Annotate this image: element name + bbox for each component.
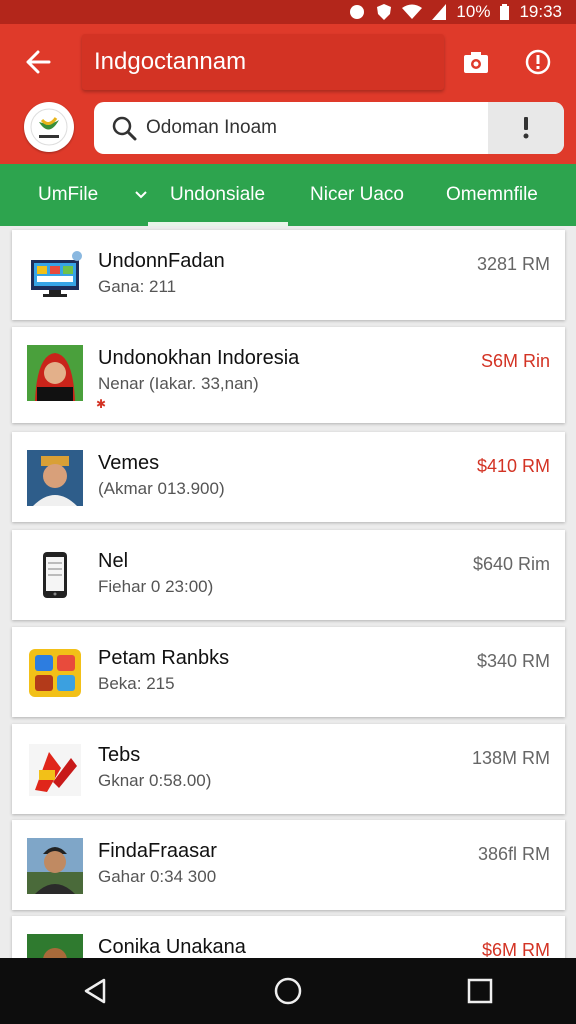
list-item[interactable]: FindaFraasar Gahar 0:34 300 386fl RM	[12, 820, 565, 910]
tab-bar: UmFile Undonsiale Nicer Uaco Omemnfile	[0, 164, 576, 226]
tab-indicator	[148, 222, 288, 226]
signal-icon	[432, 4, 447, 20]
tab-umfile[interactable]: UmFile	[38, 164, 98, 226]
tab-label: Omemnfile	[446, 184, 538, 205]
list-item[interactable]: Vemes (Akmar 013.900) $410 RM	[12, 432, 565, 522]
search-icon	[102, 115, 146, 141]
flag-icon: ✱	[96, 397, 107, 411]
overflow-menu-button[interactable]	[488, 102, 564, 154]
clock: 19:33	[519, 2, 562, 21]
item-subtitle: Nenar (Iakar. 33,nan)	[98, 374, 259, 393]
system-nav-bar	[0, 958, 576, 1024]
item-subtitle: Gana: 211	[98, 277, 177, 296]
item-title: Tebs	[98, 744, 141, 766]
item-price: 138M RM	[471, 748, 550, 768]
more-vertical-icon	[523, 117, 529, 139]
tab-nicer-uaco[interactable]: Nicer Uaco	[310, 164, 404, 226]
item-subtitle: Fiehar 0 23:00)	[98, 577, 214, 596]
alert-icon	[525, 49, 551, 75]
item-subtitle: Gknar 0:58.00)	[98, 771, 212, 790]
notification-icon	[348, 4, 366, 20]
info-button[interactable]	[518, 42, 558, 82]
item-subtitle: Gahar 0:34 300	[98, 867, 217, 886]
list-item[interactable]: Nel Fiehar 0 23:00) $640 Rim	[12, 530, 565, 620]
wifi-icon	[402, 4, 423, 20]
item-price: 3281 RM	[476, 254, 550, 274]
battery-icon	[500, 4, 510, 20]
nav-back-button[interactable]	[66, 961, 126, 1021]
item-title: Conika Unakana	[98, 936, 246, 958]
leaf-logo-icon	[30, 108, 68, 146]
item-price: S6M Rin	[480, 351, 550, 371]
circle-home-icon	[274, 977, 302, 1005]
item-title: FindaFraasar	[98, 840, 217, 862]
item-subtitle: (Akmar 013.900)	[98, 479, 225, 498]
item-title: Petam Ranbks	[98, 647, 230, 669]
item-title: Nel	[98, 550, 129, 572]
triangle-back-icon	[84, 978, 106, 1004]
apps-grid-icon	[27, 645, 83, 701]
arrow-left-icon	[26, 50, 51, 74]
item-price: $410 RM	[476, 456, 550, 476]
camera-icon	[464, 52, 488, 73]
avatar-man-icon	[27, 838, 83, 894]
item-price: $640 Rim	[472, 554, 550, 574]
item-title: Vemes	[98, 452, 160, 474]
square-recents-icon	[467, 978, 493, 1004]
phone-icon	[27, 548, 83, 604]
tab-omemnfile[interactable]: Omemnfile	[446, 164, 538, 226]
nav-recents-button[interactable]	[450, 961, 510, 1021]
tab-label: UmFile	[38, 184, 99, 205]
chevron-down-icon	[135, 191, 147, 199]
app-bar: Indgoctannam	[0, 24, 576, 164]
list-item[interactable]: Tebs Gknar 0:58.00) 138M RM	[12, 724, 565, 814]
tab-label: Undonsiale	[170, 184, 266, 205]
avatar-red-hood-icon	[27, 345, 83, 401]
nav-home-button[interactable]	[258, 961, 318, 1021]
monitor-icon	[27, 248, 83, 304]
page-title[interactable]: Indgoctannam	[82, 34, 444, 90]
item-subtitle: Beka: 215	[98, 674, 175, 693]
tab-label: Nicer Uaco	[310, 184, 404, 205]
status-bar: 10% 19:33	[0, 0, 576, 24]
app-logo	[24, 102, 74, 152]
back-button[interactable]	[18, 42, 58, 82]
item-price: 386fl RM	[477, 844, 550, 864]
list-item[interactable]: Petam Ranbks Beka: 215 $340 RM	[12, 627, 565, 717]
list-item[interactable]: UndonnFadan Gana: 211 3281 RM	[12, 230, 565, 320]
search-input[interactable]	[146, 117, 476, 139]
list-item[interactable]: Undonokhan Indoresia Nenar (Iakar. 33,na…	[12, 327, 565, 423]
item-title: Undonokhan Indoresia	[98, 347, 300, 369]
camera-button[interactable]	[456, 42, 496, 82]
avatar-man-icon	[27, 450, 83, 506]
item-price: $340 RM	[476, 651, 550, 671]
tab-dropdown[interactable]	[134, 164, 148, 226]
search-bar[interactable]	[94, 102, 564, 154]
page-title-text: Indgoctannam	[94, 48, 247, 75]
shield-icon	[376, 3, 392, 21]
item-title: UndonnFadan	[98, 250, 225, 272]
game-icon	[27, 742, 83, 798]
battery-percent: 10%	[456, 2, 491, 21]
tab-undonsiale[interactable]: Undonsiale	[170, 164, 265, 226]
